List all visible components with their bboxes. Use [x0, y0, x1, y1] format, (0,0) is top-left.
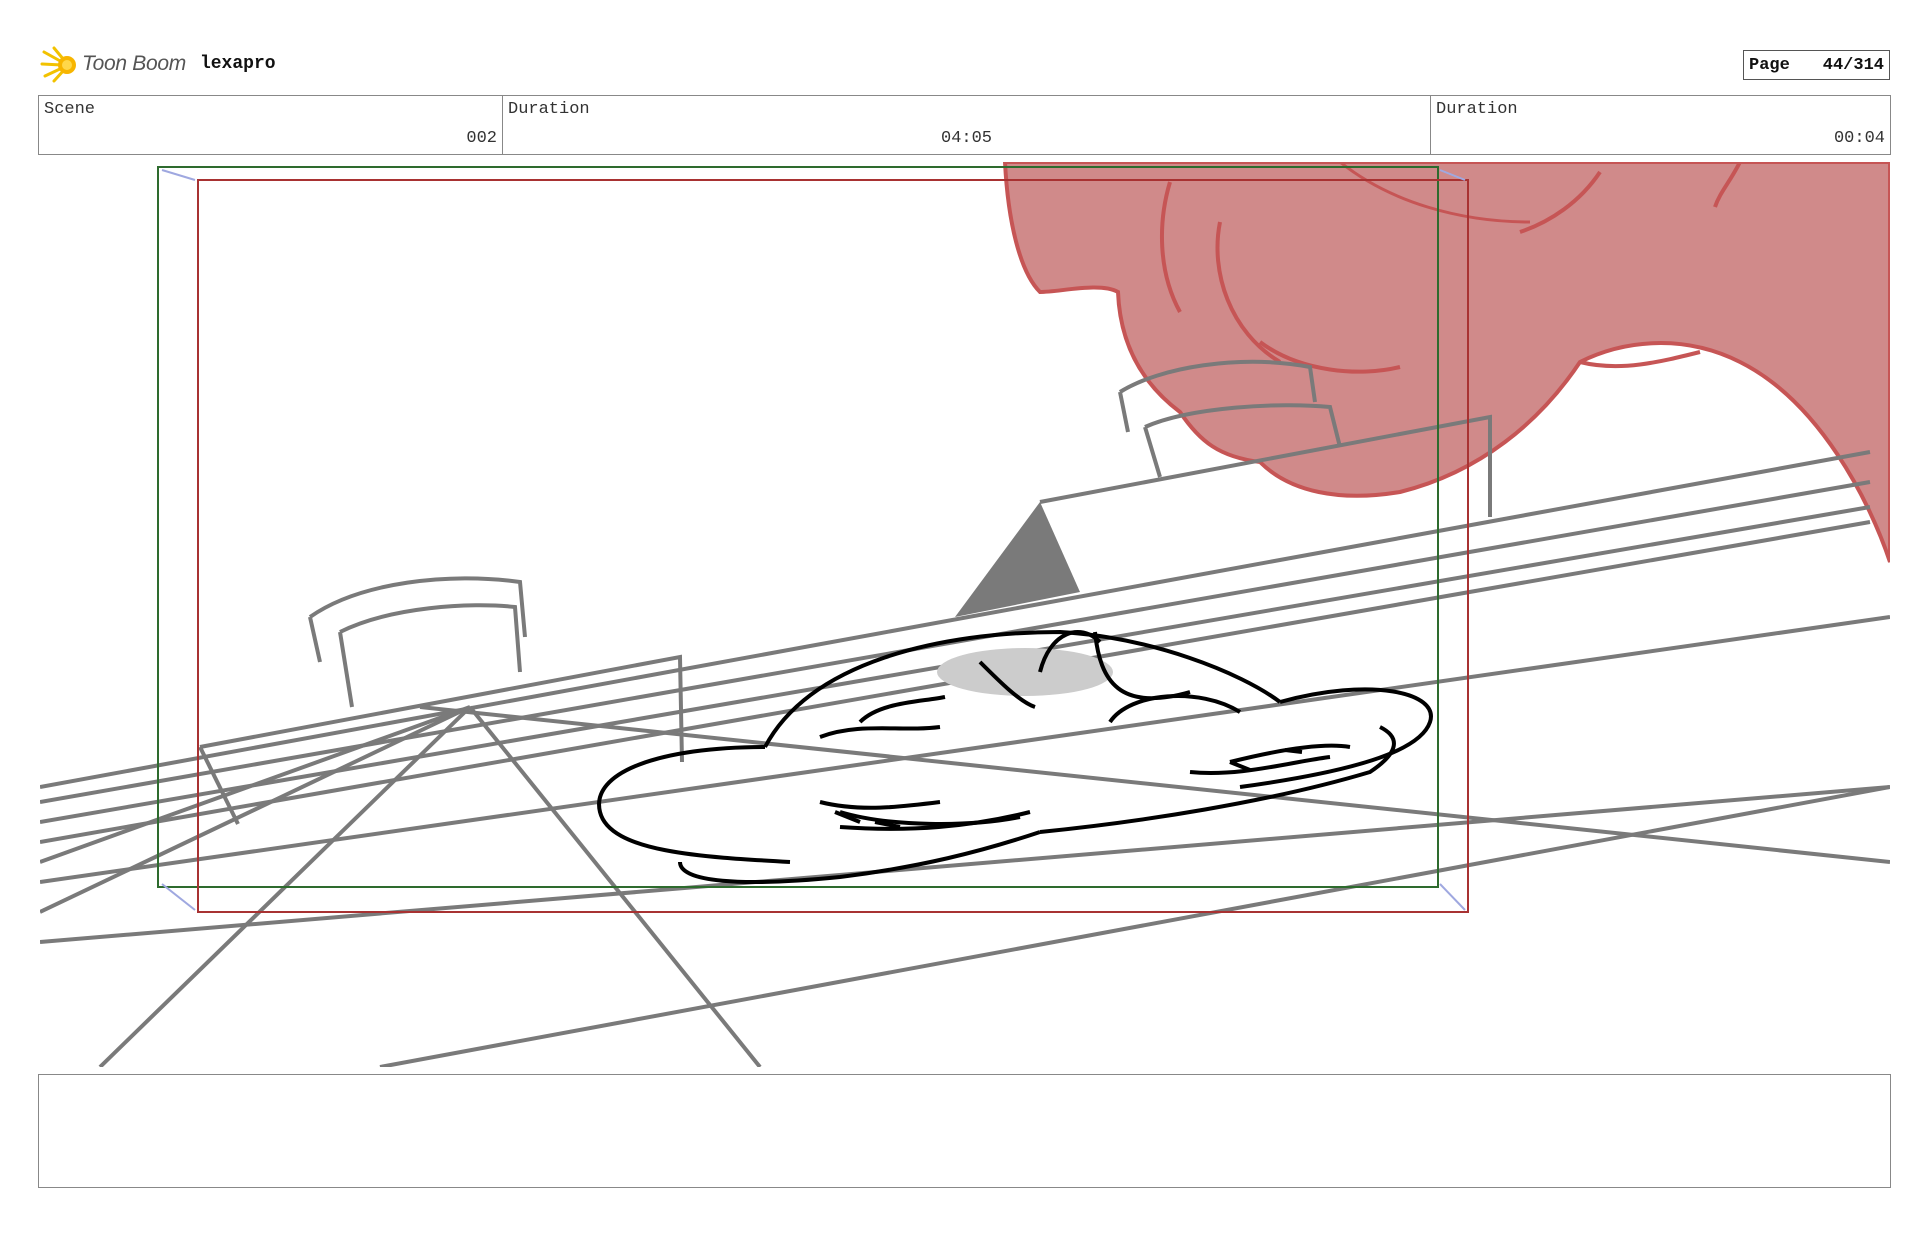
- panel-notes[interactable]: [38, 1074, 1891, 1188]
- page-value: 44/314: [1822, 55, 1884, 75]
- duration-cell: Duration 04:05: [503, 96, 1431, 154]
- storyboard-panel: [40, 162, 1890, 1067]
- duration-value: 04:05: [940, 129, 993, 148]
- page-indicator: Page 44/314: [1743, 50, 1890, 80]
- duration-label: Duration: [508, 100, 590, 119]
- page-label: Page: [1749, 55, 1790, 75]
- panel-duration-label: Duration: [1436, 100, 1518, 119]
- panel-duration-cell: Duration 00:04: [1431, 96, 1890, 154]
- toon-boom-logo: Toon Boom lexapro: [40, 44, 276, 84]
- scene-info-table: Scene 002 Duration 04:05 Duration 00:04: [38, 95, 1891, 155]
- scene-value: 002: [466, 129, 497, 148]
- perspective-lines: [40, 450, 1890, 1067]
- scene-cell: Scene 002: [39, 96, 503, 154]
- scene-label: Scene: [44, 100, 96, 119]
- panel-duration-value: 00:04: [1833, 129, 1885, 148]
- panel-drawing: [40, 162, 1890, 1067]
- sunburst-logo-icon: [40, 46, 76, 83]
- brand-name: Toon Boom: [82, 52, 186, 75]
- character-drawing: [597, 629, 1433, 884]
- project-name: lexapro: [199, 54, 276, 74]
